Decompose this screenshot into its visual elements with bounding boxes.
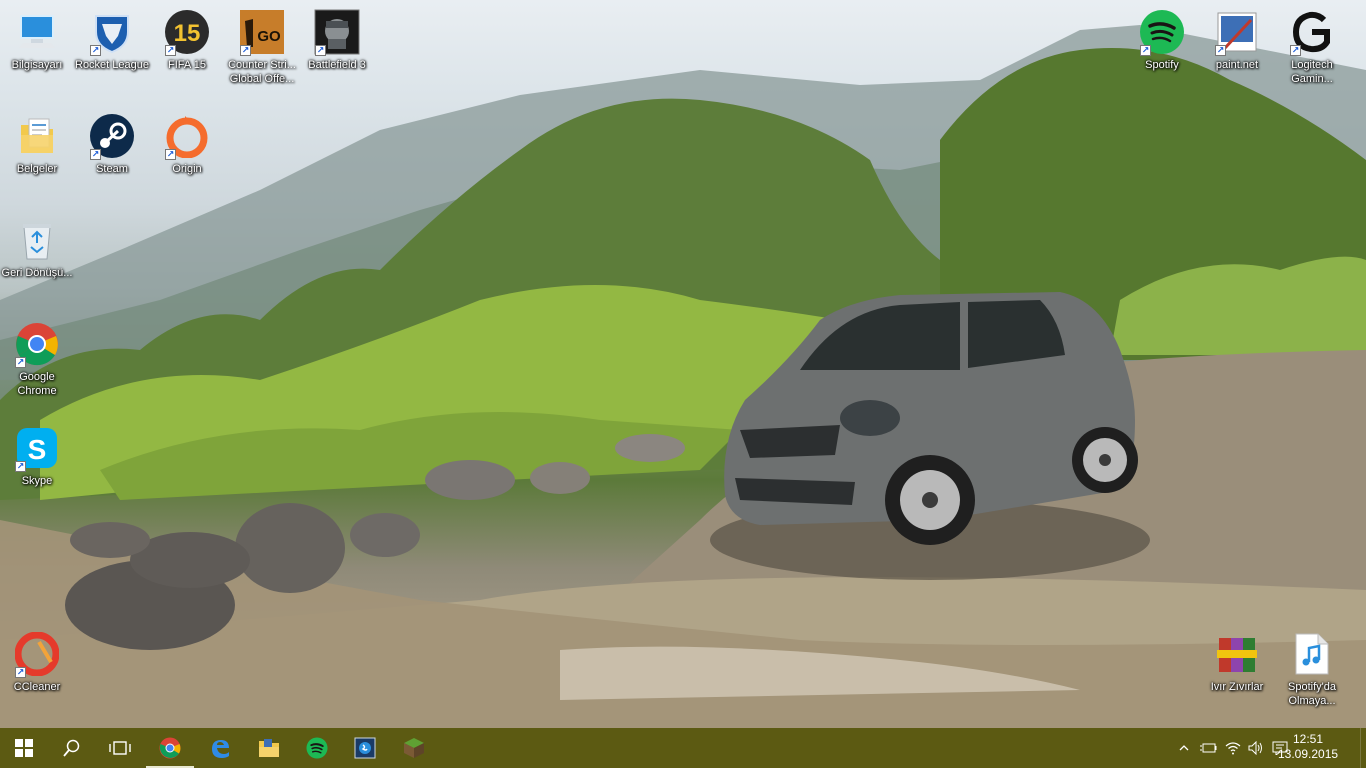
svg-text:15: 15 — [174, 20, 201, 47]
shortcut-arrow-icon: ↗ — [90, 45, 101, 56]
paintnet-icon: ↗ — [1213, 8, 1261, 56]
desktop-icon-label: Steam — [96, 163, 128, 175]
volume-button[interactable] — [1245, 728, 1267, 768]
taskbar-chrome[interactable] — [146, 728, 194, 768]
desktop-icon-logitech-gaming[interactable]: ↗ Logitech Gamin... — [1275, 8, 1349, 86]
shortcut-arrow-icon: ↗ — [15, 357, 26, 368]
csgo-icon: GO ↗ — [238, 8, 286, 56]
fifa-15-icon: 15 ↗ — [163, 8, 211, 56]
notification-icon[interactable] — [1272, 741, 1288, 756]
desktop-icon-paintnet[interactable]: ↗ paint.net — [1200, 8, 1274, 72]
desktop-icon-label: FIFA 15 — [168, 59, 206, 71]
desktop-icon-label: Geri Dönüşü... — [1, 267, 73, 279]
file-explorer-icon — [259, 739, 279, 757]
wifi-icon — [1225, 742, 1241, 755]
chrome-icon: ↗ — [13, 320, 61, 368]
desktop-icon-label: Spotify'da Olmaya... — [1288, 681, 1336, 707]
desktop-icon-battlefield-3[interactable]: ↗ Battlefield 3 — [300, 8, 374, 72]
taskbar-edge[interactable] — [196, 728, 244, 768]
recycle-bin-icon — [13, 216, 61, 264]
desktop-icon-origin[interactable]: ↗ Origin — [150, 112, 224, 176]
desktop-icon-documents[interactable]: Belgeler — [0, 112, 74, 176]
show-hidden-icons-button[interactable] — [1175, 728, 1193, 768]
desktop-icon-fifa-15[interactable]: 15 ↗ FIFA 15 — [150, 8, 224, 72]
origin-icon: ↗ — [163, 112, 211, 160]
desktop-icon-label: Bilgisayarı — [11, 59, 63, 71]
desktop-icon-label: Belgeler — [16, 163, 58, 175]
desktop-icon-label: CCleaner — [13, 681, 61, 693]
shortcut-arrow-icon: ↗ — [1215, 45, 1226, 56]
minecraft-icon — [404, 738, 424, 758]
speaker-icon — [1248, 741, 1262, 755]
music-file-icon — [1288, 630, 1336, 678]
desktop-icon-spotify-missing[interactable]: Spotify'da Olmaya... — [1275, 630, 1349, 708]
ccleaner-icon: ↗ — [13, 630, 61, 678]
computer-icon — [13, 8, 61, 56]
message-icon — [1272, 741, 1288, 756]
spotify-icon: ↗ — [1138, 8, 1186, 56]
desktop-icon-steam[interactable]: ↗ Steam — [75, 112, 149, 176]
edge-icon — [212, 740, 229, 758]
shortcut-arrow-icon: ↗ — [315, 45, 326, 56]
task-view-icon — [109, 741, 131, 755]
taskbar-minecraft[interactable] — [390, 728, 438, 768]
shortcut-arrow-icon: ↗ — [1290, 45, 1301, 56]
desktop-icon-label: Ivır Zıvırlar — [1210, 681, 1264, 693]
desktop-icon-label: Google Chrome — [17, 371, 57, 397]
desktop-icon-ivir-zivirlar[interactable]: Ivır Zıvırlar — [1200, 630, 1274, 694]
shortcut-arrow-icon: ↗ — [240, 45, 251, 56]
taskbar-spotify[interactable] — [293, 728, 341, 768]
shortcut-arrow-icon: ↗ — [1140, 45, 1151, 56]
documents-folder-icon — [13, 112, 61, 160]
shortcut-arrow-icon: ↗ — [165, 149, 176, 160]
desktop-icon-label: Counter Stri... Global Offe... — [228, 59, 296, 85]
desktop-icon-label: Skype — [21, 475, 53, 487]
search-button[interactable] — [48, 728, 96, 768]
svg-text:S: S — [28, 434, 47, 465]
desktop-icon-rocket-league[interactable]: ↗ Rocket League — [75, 8, 149, 72]
chrome-icon — [159, 737, 181, 759]
rocket-league-icon: ↗ — [88, 8, 136, 56]
battery-button[interactable] — [1197, 728, 1219, 768]
svg-text:GO: GO — [257, 28, 281, 45]
desktop-icon-spotify[interactable]: ↗ Spotify — [1125, 8, 1199, 72]
desktop-icon-ccleaner[interactable]: ↗ CCleaner — [0, 630, 74, 694]
network-button[interactable] — [1222, 728, 1244, 768]
desktop-icon-label: Rocket League — [75, 59, 149, 71]
windows-start-icon — [15, 739, 33, 757]
taskbar-shazam[interactable] — [341, 728, 389, 768]
show-desktop-button[interactable] — [1360, 728, 1366, 768]
chevron-up-icon — [1179, 745, 1189, 751]
task-view-button[interactable] — [96, 728, 144, 768]
skype-icon: S ↗ — [13, 424, 61, 472]
battlefield-3-icon: ↗ — [313, 8, 361, 56]
desktop-icon-recycle-bin[interactable]: Geri Dönüşü... — [0, 216, 74, 280]
shortcut-arrow-icon: ↗ — [90, 149, 101, 160]
desktop-icon-label: Spotify — [1145, 59, 1179, 71]
desktop-icon-skype[interactable]: S ↗ Skype — [0, 424, 74, 488]
wallpaper-scene — [0, 25, 1366, 728]
desktop-icon-label: Battlefield 3 — [308, 59, 366, 71]
start-button[interactable] — [0, 728, 48, 768]
desktop-icon-chrome[interactable]: ↗ Google Chrome — [0, 320, 74, 398]
shortcut-arrow-icon: ↗ — [165, 45, 176, 56]
steam-icon: ↗ — [88, 112, 136, 160]
shortcut-arrow-icon: ↗ — [15, 461, 26, 472]
desktop-icon-label: Origin — [172, 163, 202, 175]
desktop-wallpaper — [0, 0, 1366, 728]
battery-plug-icon — [1200, 743, 1217, 753]
spotify-icon — [306, 737, 328, 759]
desktop-icon-csgo[interactable]: GO ↗ Counter Stri... Global Offe... — [225, 8, 299, 86]
taskbar: 12:51 13.09.2015 — [0, 728, 1366, 768]
taskbar-file-explorer[interactable] — [245, 728, 293, 768]
logitech-gaming-icon: ↗ — [1288, 8, 1336, 56]
desktop-icon-computer[interactable]: Bilgisayarı — [0, 8, 74, 72]
search-icon — [63, 739, 80, 757]
shazam-icon — [354, 737, 376, 759]
desktop-icon-label: paint.net — [1215, 59, 1259, 71]
winrar-archive-icon — [1213, 630, 1261, 678]
action-center[interactable] — [1340, 728, 1362, 768]
shortcut-arrow-icon: ↗ — [15, 667, 26, 678]
desktop-icon-label: Logitech Gamin... — [1291, 59, 1333, 85]
